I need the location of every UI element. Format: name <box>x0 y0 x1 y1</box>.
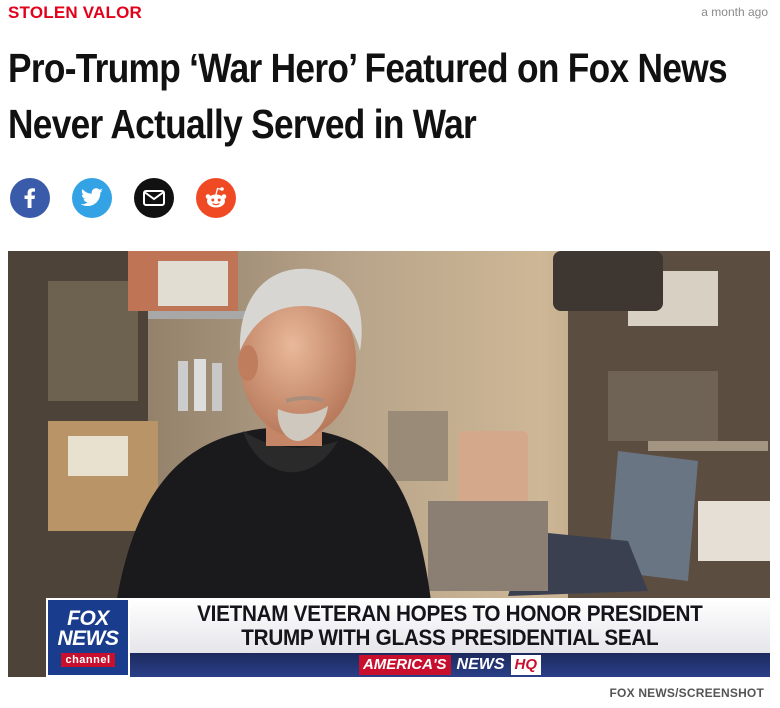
chyron: VIETNAM VETERAN HOPES TO HONOR PRESIDENT… <box>130 598 770 653</box>
share-bar <box>10 178 236 218</box>
reddit-share-button[interactable] <box>196 178 236 218</box>
photo-credit: FOX NEWS/SCREENSHOT <box>609 686 764 700</box>
twitter-icon <box>80 188 103 207</box>
logo-line-2: NEWS <box>57 626 120 650</box>
headline-line-2: Never Actually Served in War <box>8 101 477 147</box>
article-photo: FOX NEWS channel VIETNAM VETERAN HOPES T… <box>8 251 770 677</box>
chyron-line-2: TRUMP WITH GLASS PRESIDENTIAL SEAL <box>241 624 659 650</box>
facebook-icon <box>24 188 35 208</box>
email-icon <box>143 190 165 206</box>
logo-line-3: channel <box>61 652 115 667</box>
chyron-line-1: VIETNAM VETERAN HOPES TO HONOR PRESIDENT <box>197 600 703 626</box>
chyron-subbar: AMERICA'S NEWS HQ <box>130 653 770 677</box>
subbar-hq: HQ <box>510 655 542 675</box>
subbar-americas: AMERICA'S <box>358 655 451 675</box>
headline-line-1: Pro-Trump ‘War Hero’ Featured on Fox New… <box>8 45 728 91</box>
facebook-share-button[interactable] <box>10 178 50 218</box>
headline: Pro-Trump ‘War Hero’ Featured on Fox New… <box>8 40 728 152</box>
subbar-news: NEWS <box>456 656 505 673</box>
email-share-button[interactable] <box>134 178 174 218</box>
reddit-icon <box>205 187 227 208</box>
timestamp: a month ago <box>701 5 768 19</box>
logo-line-1: FOX <box>67 606 109 630</box>
fox-news-logo: FOX NEWS channel <box>46 598 130 677</box>
twitter-share-button[interactable] <box>72 178 112 218</box>
section-kicker[interactable]: STOLEN VALOR <box>8 3 142 23</box>
